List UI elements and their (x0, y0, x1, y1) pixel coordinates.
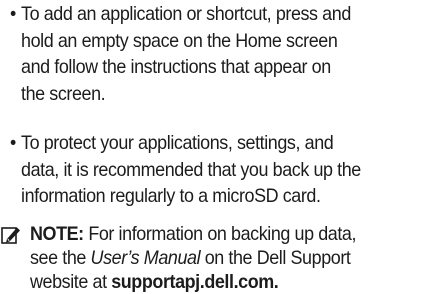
note-line: website at supportapj.dell.com. (30, 271, 279, 293)
pencil-note-icon (1, 225, 21, 245)
bullet-line: hold an empty space on the Home screen (21, 29, 338, 52)
note-block: NOTE: For information on backing up data… (0, 222, 440, 294)
note-label: NOTE: (30, 223, 84, 245)
bullet-line: and follow the instructions that appear … (21, 56, 331, 78)
note-text: NOTE: For information on backing up data… (30, 222, 435, 294)
bullet-glyph: • (10, 132, 16, 154)
bullet-line: • To protect your applications, settings,… (10, 130, 401, 157)
support-url: supportapj.dell.com. (111, 271, 279, 293)
manual-title: User’s Manual (90, 247, 201, 269)
note-line: NOTE: For information on backing up data… (30, 223, 357, 245)
note-line: see the User’s Manual on the Dell Suppor… (30, 247, 351, 269)
bullet-line: information regularly to a microSD card. (21, 185, 321, 207)
bullet-item-add-application: • To add an application or shortcut, pres… (10, 1, 401, 107)
bullet-item-backup: • To protect your applications, settings,… (10, 130, 401, 210)
bullet-line: the screen. (21, 82, 106, 105)
bullet-line: • To add an application or shortcut, pres… (10, 1, 401, 28)
bullet-line: data, it is recommended that you back up… (21, 158, 361, 181)
bullet-glyph: • (10, 3, 16, 25)
document-page: • To add an application or shortcut, pres… (0, 0, 440, 293)
